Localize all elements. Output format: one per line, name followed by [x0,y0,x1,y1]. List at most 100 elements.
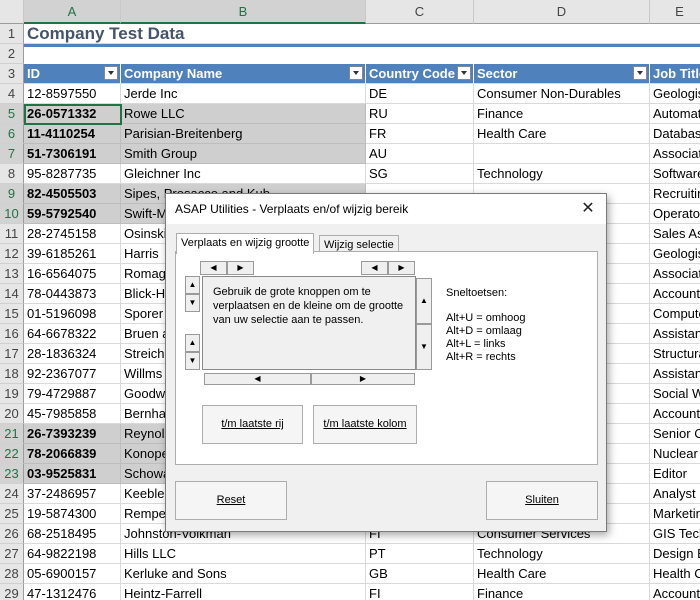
to-last-row-button[interactable]: t/m laatste rij [202,405,303,444]
column-header-b[interactable]: B [121,0,366,24]
table-cell[interactable]: Structural [650,344,700,364]
table-cell[interactable]: Accountant [650,404,700,424]
table-cell[interactable]: FR [366,124,474,144]
move-down-button[interactable]: ▼ [416,324,432,370]
table-cell[interactable]: Finance [474,584,650,600]
table-cell[interactable]: 26-7393239 [24,424,121,444]
column-header-d[interactable]: D [474,0,650,24]
select-all-corner[interactable] [0,0,24,24]
table-cell[interactable]: 78-2066839 [24,444,121,464]
table-cell[interactable]: 95-8287735 [24,164,121,184]
table-cell[interactable]: 82-4505503 [24,184,121,204]
row-header[interactable]: 10 [0,204,24,224]
table-cell[interactable]: Geologist [650,244,700,264]
move-left-button[interactable]: ◀ [204,373,311,385]
table-cell[interactable]: Marketing [650,504,700,524]
table-cell[interactable]: Smith Group [121,144,366,164]
table-cell[interactable]: 26-0571332 [24,104,121,124]
sheet-title[interactable]: Company Test Data [24,24,700,44]
row-header[interactable]: 28 [0,564,24,584]
table-cell[interactable]: Jerde Inc [121,84,366,104]
table-cell[interactable]: 92-2367077 [24,364,121,384]
grow-left-button[interactable]: ◀ [361,261,388,275]
table-cell[interactable]: 19-5874300 [24,504,121,524]
column-title[interactable]: Sector [474,64,650,84]
table-cell[interactable]: Computer [650,304,700,324]
shrink-top-button[interactable]: ▼ [185,294,200,312]
table-cell[interactable]: 47-1312476 [24,584,121,600]
table-cell[interactable]: 12-8597550 [24,84,121,104]
grow-right-top-button[interactable]: ▶ [227,261,254,275]
row-header[interactable]: 13 [0,264,24,284]
table-cell[interactable]: 39-6185261 [24,244,121,264]
table-cell[interactable]: SG [366,164,474,184]
filter-dropdown-icon[interactable] [349,66,363,80]
move-right-button[interactable]: ▶ [311,373,415,385]
table-cell[interactable]: 64-6678322 [24,324,121,344]
table-cell[interactable]: 51-7306191 [24,144,121,164]
grow-down-button[interactable]: ▼ [185,352,200,370]
row-header[interactable]: 25 [0,504,24,524]
row-header[interactable]: 6 [0,124,24,144]
column-title[interactable]: Country Code [366,64,474,84]
filter-dropdown-icon[interactable] [457,66,471,80]
table-cell[interactable]: 45-7985858 [24,404,121,424]
row-header[interactable]: 9 [0,184,24,204]
to-last-column-button[interactable]: t/m laatste kolom [313,405,417,444]
table-cell[interactable]: Automation [650,104,700,124]
table-cell[interactable]: 05-6900157 [24,564,121,584]
table-cell[interactable]: RU [366,104,474,124]
table-cell[interactable]: Accountant [650,284,700,304]
row-header[interactable]: 7 [0,144,24,164]
row-header[interactable]: 20 [0,404,24,424]
column-title[interactable]: Job Title [650,64,700,84]
tab-move-resize[interactable]: Verplaats en wijzig grootte [176,233,315,254]
row-header[interactable]: 23 [0,464,24,484]
table-cell[interactable]: Sales Assoc [650,224,700,244]
row-header[interactable]: 27 [0,544,24,564]
row-header[interactable]: 19 [0,384,24,404]
table-cell[interactable]: 11-4110254 [24,124,121,144]
table-cell[interactable]: 68-2518495 [24,524,121,544]
row-header[interactable]: 17 [0,344,24,364]
table-cell[interactable]: Accountant [650,584,700,600]
table-cell[interactable]: Associate [650,264,700,284]
table-cell[interactable]: Senior Cos [650,424,700,444]
filter-dropdown-icon[interactable] [104,66,118,80]
table-cell[interactable]: Rowe LLC [121,104,366,124]
table-cell[interactable]: AU [366,144,474,164]
table-cell[interactable]: 37-2486957 [24,484,121,504]
table-cell[interactable]: 59-5792540 [24,204,121,224]
grow-up-button[interactable]: ▲ [185,276,200,294]
table-cell[interactable]: 78-0443873 [24,284,121,304]
row-header[interactable]: 18 [0,364,24,384]
column-header-e[interactable]: E [650,0,700,24]
row-header[interactable]: 14 [0,284,24,304]
close-button[interactable]: Sluiten [486,481,598,520]
table-cell[interactable]: Technology [474,164,650,184]
table-cell[interactable]: Technology [474,544,650,564]
row-header[interactable]: 2 [0,44,24,64]
table-cell[interactable]: 03-9525831 [24,464,121,484]
table-cell[interactable]: Nuclear Po [650,444,700,464]
filter-dropdown-icon[interactable] [633,66,647,80]
table-cell[interactable]: Hills LLC [121,544,366,564]
table-cell[interactable]: FI [366,584,474,600]
table-cell[interactable]: Assistant [650,324,700,344]
table-cell[interactable]: 16-6564075 [24,264,121,284]
table-cell[interactable]: Software [650,164,700,184]
table-cell[interactable]: Recruiting [650,184,700,204]
table-cell[interactable]: GB [366,564,474,584]
table-cell[interactable]: PT [366,544,474,564]
column-header-a[interactable]: A [24,0,121,24]
table-cell[interactable]: Editor [650,464,700,484]
table-cell[interactable]: Social Wo [650,384,700,404]
row-header[interactable]: 3 [0,64,24,84]
row-header[interactable]: 22 [0,444,24,464]
table-cell[interactable]: Database [650,124,700,144]
column-title[interactable]: Company Name [121,64,366,84]
row-header[interactable]: 1 [0,24,24,44]
column-header-c[interactable]: C [366,0,474,24]
table-cell[interactable]: Gleichner Inc [121,164,366,184]
row-header[interactable]: 21 [0,424,24,444]
